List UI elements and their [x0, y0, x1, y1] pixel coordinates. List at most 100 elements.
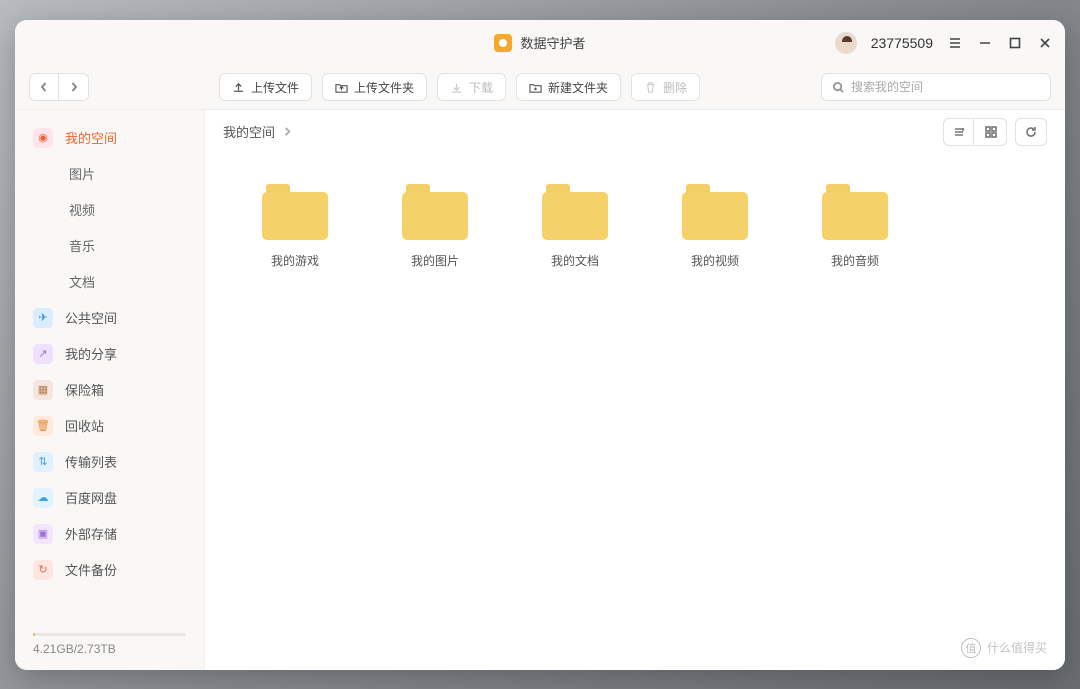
search-input[interactable] [851, 80, 1040, 94]
folder-plus-icon [529, 81, 542, 94]
public-space-icon: ✈ [33, 308, 53, 328]
delete-label: 删除 [663, 79, 687, 96]
sidebar-item-label: 我的空间 [65, 128, 117, 147]
sidebar-item-label: 公共空间 [65, 308, 117, 327]
nav-forward-button[interactable] [59, 73, 89, 101]
folder-grid: 我的游戏 我的图片 我的文档 我的视频 我的音频 [205, 154, 1065, 670]
close-button[interactable] [1037, 35, 1053, 51]
new-folder-label: 新建文件夹 [548, 79, 608, 96]
folder-upload-icon [335, 81, 348, 94]
list-icon [952, 125, 966, 139]
list-view-button[interactable] [944, 119, 974, 145]
breadcrumb-current: 我的空间 [223, 122, 275, 141]
share-icon: ↗ [33, 344, 53, 364]
sidebar: ◉ 我的空间 图片 视频 音乐 文档 ✈ 公共空间 [15, 110, 205, 670]
chevron-left-icon [39, 82, 49, 92]
upload-folder-label: 上传文件夹 [354, 79, 414, 96]
sidebar-item-share[interactable]: ↗ 我的分享 [15, 336, 204, 372]
user-id: 23775509 [871, 35, 933, 51]
folder-icon [682, 184, 748, 240]
upload-file-button[interactable]: 上传文件 [219, 73, 312, 101]
sidebar-item-trash[interactable]: 🗑 回收站 [15, 408, 204, 444]
titlebar: 数据守护者 23775509 [15, 20, 1065, 66]
external-storage-icon: ▣ [33, 524, 53, 544]
download-icon [450, 81, 463, 94]
folder-item[interactable]: 我的图片 [365, 184, 505, 269]
sidebar-item-label: 文件备份 [65, 560, 117, 579]
grid-icon [984, 125, 998, 139]
watermark-icon: 值 [961, 638, 981, 658]
sidebar-item-label: 文档 [69, 272, 95, 291]
app-icon [494, 34, 512, 52]
download-label: 下载 [469, 79, 493, 96]
sidebar-item-photos[interactable]: 图片 [15, 156, 204, 192]
toolbar: 上传文件 上传文件夹 下载 新建文件夹 删除 [15, 66, 1065, 110]
chevron-right-icon [69, 82, 79, 92]
backup-icon: ↻ [33, 560, 53, 580]
folder-item[interactable]: 我的音频 [785, 184, 925, 269]
storage-text: 4.21GB/2.73TB [33, 642, 186, 656]
chevron-right-icon [283, 127, 292, 136]
maximize-icon [1008, 36, 1022, 50]
upload-icon [232, 81, 245, 94]
sidebar-item-label: 回收站 [65, 416, 104, 435]
folder-label: 我的视频 [691, 252, 739, 269]
my-space-icon: ◉ [33, 128, 53, 148]
minimize-button[interactable] [977, 35, 993, 51]
folder-item[interactable]: 我的视频 [645, 184, 785, 269]
sidebar-item-docs[interactable]: 文档 [15, 264, 204, 300]
watermark-text: 什么值得买 [987, 639, 1047, 656]
main-panel: 我的空间 我的游戏 [205, 110, 1065, 670]
trash-icon [644, 81, 657, 94]
sidebar-item-my-space[interactable]: ◉ 我的空间 [15, 120, 204, 156]
refresh-button[interactable] [1015, 118, 1047, 146]
sidebar-item-public[interactable]: ✈ 公共空间 [15, 300, 204, 336]
download-button[interactable]: 下载 [437, 73, 506, 101]
nav-back-button[interactable] [29, 73, 59, 101]
sidebar-item-music[interactable]: 音乐 [15, 228, 204, 264]
upload-folder-button[interactable]: 上传文件夹 [322, 73, 427, 101]
delete-button[interactable]: 删除 [631, 73, 700, 101]
sidebar-item-videos[interactable]: 视频 [15, 192, 204, 228]
folder-item[interactable]: 我的文档 [505, 184, 645, 269]
maximize-button[interactable] [1007, 35, 1023, 51]
transfer-icon: ⇅ [33, 452, 53, 472]
breadcrumb[interactable]: 我的空间 [223, 122, 292, 141]
refresh-icon [1024, 125, 1038, 139]
storage-summary: 4.21GB/2.73TB [15, 623, 204, 670]
folder-icon [402, 184, 468, 240]
avatar[interactable] [835, 32, 857, 54]
hamburger-icon [948, 36, 962, 50]
storage-fill [33, 633, 35, 636]
sidebar-item-label: 传输列表 [65, 452, 117, 471]
new-folder-button[interactable]: 新建文件夹 [516, 73, 621, 101]
sidebar-item-label: 百度网盘 [65, 488, 117, 507]
close-icon [1038, 36, 1052, 50]
search-icon [832, 81, 845, 94]
sidebar-item-label: 视频 [69, 200, 95, 219]
folder-icon [542, 184, 608, 240]
folder-label: 我的游戏 [271, 252, 319, 269]
menu-button[interactable] [947, 35, 963, 51]
sidebar-item-label: 外部存储 [65, 524, 117, 543]
app-window: 数据守护者 23775509 [15, 20, 1065, 670]
folder-label: 我的图片 [411, 252, 459, 269]
sidebar-item-backup[interactable]: ↻ 文件备份 [15, 552, 204, 588]
search-box[interactable] [821, 73, 1051, 101]
sidebar-item-label: 音乐 [69, 236, 95, 255]
folder-label: 我的音频 [831, 252, 879, 269]
folder-icon [262, 184, 328, 240]
watermark: 值 什么值得买 [961, 638, 1047, 658]
grid-view-button[interactable] [976, 119, 1006, 145]
sidebar-item-baidu[interactable]: ☁ 百度网盘 [15, 480, 204, 516]
view-mode-toggle[interactable] [943, 118, 1007, 146]
vault-icon: ▦ [33, 380, 53, 400]
app-title: 数据守护者 [520, 33, 585, 52]
sidebar-item-label: 保险箱 [65, 380, 104, 399]
sidebar-item-transfer[interactable]: ⇅ 传输列表 [15, 444, 204, 480]
folder-item[interactable]: 我的游戏 [225, 184, 365, 269]
sidebar-item-vault[interactable]: ▦ 保险箱 [15, 372, 204, 408]
sidebar-item-label: 图片 [69, 164, 95, 183]
folder-icon [822, 184, 888, 240]
sidebar-item-external[interactable]: ▣ 外部存储 [15, 516, 204, 552]
